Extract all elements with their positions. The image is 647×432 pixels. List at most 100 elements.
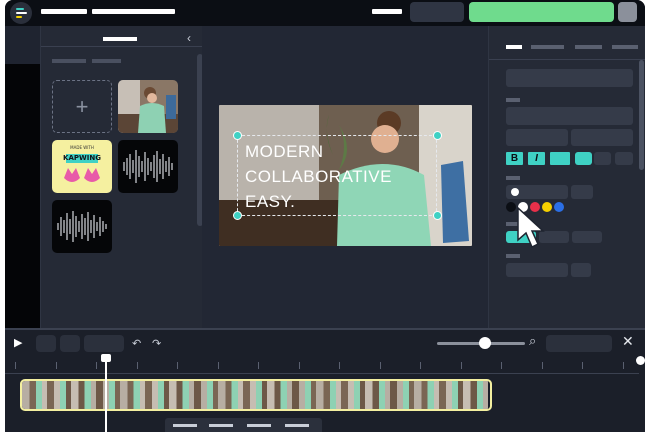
track-frame bbox=[22, 381, 47, 409]
align-button[interactable] bbox=[575, 152, 592, 165]
account-avatar[interactable] bbox=[618, 2, 637, 22]
resize-handle[interactable] bbox=[433, 131, 442, 140]
ruler-tick bbox=[96, 362, 97, 369]
playhead[interactable] bbox=[105, 358, 107, 432]
top-bar bbox=[5, 0, 645, 26]
background-input[interactable] bbox=[572, 231, 602, 243]
resize-handle[interactable] bbox=[233, 131, 242, 140]
filter-tab[interactable] bbox=[92, 59, 121, 63]
video-thumbnail[interactable] bbox=[118, 80, 178, 133]
tab-more[interactable] bbox=[612, 45, 638, 49]
size-input[interactable] bbox=[506, 107, 633, 125]
divider bbox=[489, 59, 645, 60]
video-track[interactable] bbox=[20, 379, 492, 411]
track-frame bbox=[389, 381, 414, 409]
track-frame bbox=[242, 381, 267, 409]
divider bbox=[41, 46, 203, 47]
ruler-tick bbox=[420, 362, 421, 369]
ruler-tick bbox=[15, 362, 16, 369]
video-preview[interactable]: MODERN COLLABORATIVE EASY. bbox=[219, 105, 472, 246]
track-frame bbox=[46, 381, 71, 409]
sticker-badge-text: MADE WITH bbox=[70, 145, 94, 150]
project-title-placeholder[interactable] bbox=[92, 9, 175, 14]
zoom-slider[interactable] bbox=[437, 337, 525, 349]
canvas-area: MODERN COLLABORATIVE EASY. bbox=[202, 26, 488, 328]
bold-button[interactable]: B bbox=[506, 152, 523, 165]
ruler-tick bbox=[541, 362, 543, 369]
time-display bbox=[84, 335, 124, 352]
ruler-tick bbox=[217, 362, 219, 369]
selection-box[interactable] bbox=[237, 135, 437, 216]
upload-tile[interactable]: + bbox=[52, 80, 112, 133]
tab-effects[interactable] bbox=[531, 45, 564, 49]
align-button[interactable] bbox=[615, 152, 633, 165]
white-swatch[interactable] bbox=[511, 188, 519, 196]
left-toolbar-panel bbox=[5, 64, 40, 328]
timeline-scroll-knob[interactable] bbox=[636, 356, 645, 365]
field-label bbox=[506, 176, 520, 180]
project-name-placeholder[interactable] bbox=[41, 9, 87, 14]
weight-select[interactable] bbox=[506, 129, 568, 146]
ruler-tick bbox=[258, 362, 259, 369]
track-frame bbox=[414, 381, 439, 409]
play-button[interactable]: ▶ bbox=[14, 336, 22, 349]
ruler-tick bbox=[622, 362, 624, 369]
spacing-input[interactable] bbox=[571, 129, 633, 146]
delete-button[interactable] bbox=[60, 335, 80, 352]
sticker-clip[interactable] bbox=[285, 424, 309, 427]
outline-select[interactable] bbox=[506, 263, 568, 277]
editor-window: ‹ + MADE WITH KAPWING MODERN COLLABORATI… bbox=[5, 0, 645, 432]
zoom-icon: ⌕ bbox=[529, 333, 537, 348]
field-label bbox=[506, 98, 520, 102]
zoom-slider-knob[interactable] bbox=[478, 337, 491, 349]
underline-button[interactable] bbox=[550, 152, 570, 165]
media-panel: ‹ + MADE WITH KAPWING bbox=[40, 26, 203, 328]
collapse-panel-icon[interactable]: ‹ bbox=[187, 31, 191, 45]
ruler-tick bbox=[177, 362, 178, 369]
audio-thumbnail[interactable] bbox=[118, 140, 178, 193]
resize-handle[interactable] bbox=[433, 211, 442, 220]
track-frame bbox=[193, 381, 218, 409]
track-frame bbox=[438, 381, 463, 409]
share-link-placeholder[interactable] bbox=[372, 9, 402, 14]
properties-scrollbar[interactable] bbox=[639, 60, 644, 170]
sticker-clip[interactable] bbox=[173, 424, 197, 427]
kapwing-sticker-thumbnail[interactable]: MADE WITH KAPWING bbox=[52, 140, 112, 193]
color-hex-input[interactable] bbox=[571, 185, 593, 199]
fit-button[interactable] bbox=[546, 335, 612, 352]
tab-edit[interactable] bbox=[506, 45, 522, 49]
plus-icon: + bbox=[75, 93, 89, 119]
track-frame bbox=[144, 381, 169, 409]
app-logo-icon[interactable] bbox=[10, 2, 32, 24]
sticker-track[interactable] bbox=[165, 418, 322, 432]
ruler-tick bbox=[379, 362, 381, 369]
media-panel-title bbox=[103, 37, 137, 41]
resize-handle[interactable] bbox=[233, 211, 242, 220]
filter-tab[interactable] bbox=[52, 59, 86, 63]
split-button[interactable] bbox=[36, 335, 56, 352]
undo-icon[interactable]: ↶ bbox=[132, 337, 141, 350]
cursor-icon bbox=[517, 206, 545, 249]
tab-fade[interactable] bbox=[575, 45, 602, 49]
track-frame bbox=[463, 381, 488, 409]
ruler-tick bbox=[298, 362, 300, 369]
blue-swatch[interactable] bbox=[554, 202, 564, 212]
redo-icon[interactable]: ↷ bbox=[152, 337, 161, 350]
align-button[interactable] bbox=[594, 152, 611, 165]
audio-thumbnail[interactable] bbox=[52, 200, 112, 253]
track-frame bbox=[291, 381, 316, 409]
outline-width-input[interactable] bbox=[571, 263, 591, 277]
export-button[interactable] bbox=[469, 2, 614, 22]
ruler-tick bbox=[136, 362, 138, 369]
invite-button[interactable] bbox=[410, 2, 464, 22]
sticker-brand-text: KAPWING bbox=[63, 154, 101, 162]
ruler-tick bbox=[460, 362, 462, 369]
sticker-clip[interactable] bbox=[247, 424, 271, 427]
left-toolbar bbox=[5, 26, 40, 328]
track-frame bbox=[267, 381, 292, 409]
font-select[interactable] bbox=[506, 69, 633, 87]
close-timeline-icon[interactable]: ✕ bbox=[622, 333, 634, 350]
track-frame bbox=[71, 381, 96, 409]
italic-button[interactable]: I bbox=[528, 152, 545, 165]
sticker-clip[interactable] bbox=[209, 424, 233, 427]
